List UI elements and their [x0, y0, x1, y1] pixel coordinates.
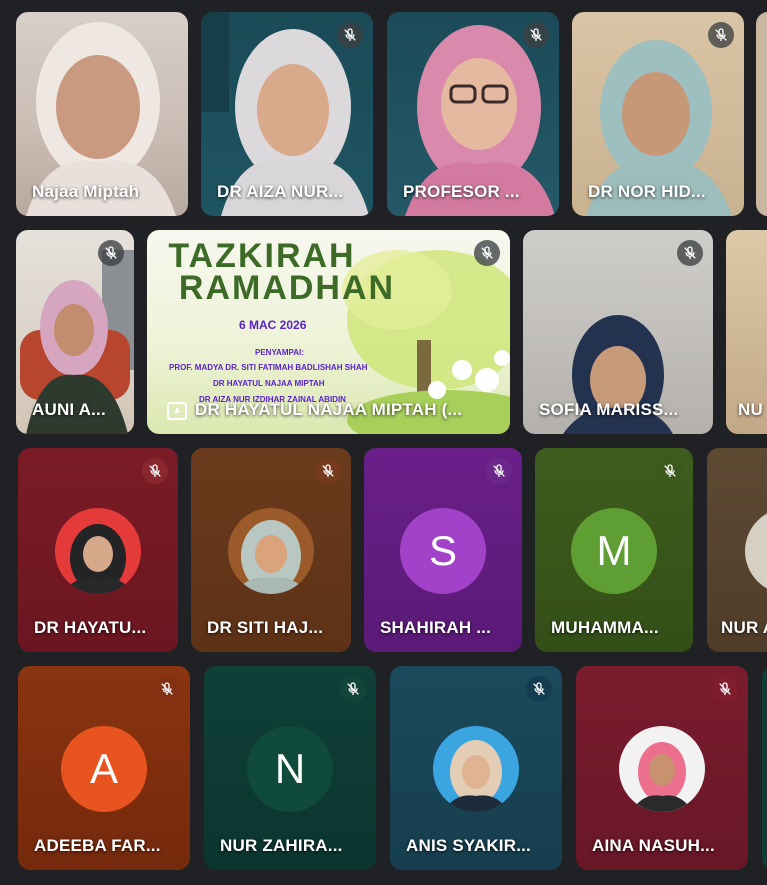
participant-tile-muhamma[interactable]: M MUHAMMA... — [535, 448, 693, 652]
participant-name: DR HAYATU... — [34, 618, 147, 637]
presenter-name: DR HAYATUL NAJAA MIPTAH (... — [195, 400, 463, 419]
presentation-tile[interactable]: TAZKIRAH RAMADHAN 6 MAC 2026 PENYAMPAI: … — [147, 230, 510, 434]
participant-name: SHAHIRAH ... — [380, 618, 492, 637]
participant-name: ADEEBA FAR... — [34, 836, 161, 855]
participant-tile-dr-aiza[interactable]: DR AIZA NUR... — [201, 12, 373, 216]
mic-off-icon — [337, 22, 363, 48]
mic-off-icon — [315, 458, 341, 484]
participant-name: AINA NASUH... — [592, 836, 715, 855]
participant-tile-nur-zahira[interactable]: N NUR ZAHIRA... — [204, 666, 376, 870]
presentation-speaker-1: PROF. MADYA DR. SITI FATIMAH BADLISHAH S… — [169, 363, 368, 372]
mic-off-icon — [340, 676, 366, 702]
mic-off-icon — [98, 240, 124, 266]
participant-name: SOFIA MARISS... — [539, 400, 679, 419]
participant-tile-aina-nasuh[interactable]: AINA NASUH... — [576, 666, 748, 870]
avatar — [55, 508, 141, 594]
participant-tile-shahirah[interactable]: S SHAHIRAH ... — [364, 448, 522, 652]
meeting-participant-grid: Najaa Miptah DR AIZA NUR... PROFESOR ... — [0, 0, 767, 885]
participant-name: Najaa Miptah — [32, 182, 140, 201]
avatar — [433, 726, 519, 812]
avatar: N — [247, 726, 333, 812]
participant-tile-dr-nor-hid[interactable]: DR NOR HID... — [572, 12, 744, 216]
participant-tile-partial-row2[interactable]: NU — [726, 230, 767, 434]
participant-name: PROFESOR ... — [403, 182, 520, 201]
avatar: A — [61, 726, 147, 812]
present-screen-icon — [167, 402, 187, 420]
participant-tile-profesor[interactable]: PROFESOR ... — [387, 12, 559, 216]
mic-off-icon — [526, 676, 552, 702]
avatar — [619, 726, 705, 812]
participant-name: AUNI A... — [32, 400, 106, 419]
participant-name: ANIS SYAKIR... — [406, 836, 531, 855]
mic-off-icon — [712, 676, 738, 702]
avatar: M — [571, 508, 657, 594]
participant-tile-partial-row4[interactable] — [762, 666, 767, 870]
participant-name: NU — [738, 400, 763, 419]
participant-tile-partial-row1[interactable] — [756, 12, 767, 216]
mic-off-icon — [677, 240, 703, 266]
mic-off-icon — [657, 458, 683, 484]
participant-tile-auni[interactable]: AUNI A... — [16, 230, 134, 434]
avatar — [228, 508, 314, 594]
participant-tile-dr-siti-haj[interactable]: DR SITI HAJ... — [191, 448, 351, 652]
avatar: S — [400, 508, 486, 594]
participant-name: NUR ZAHIRA... — [220, 836, 343, 855]
avatar — [745, 508, 767, 594]
participant-tile-sofia[interactable]: SOFIA MARISS... — [523, 230, 713, 434]
presentation-date: 6 MAC 2026 — [239, 318, 307, 332]
mic-off-icon — [154, 676, 180, 702]
participant-name: NUR A — [721, 618, 767, 637]
presentation-title-line2: RAMADHAN — [178, 269, 396, 307]
mic-off-icon — [523, 22, 549, 48]
participant-tile-adeeba[interactable]: A ADEEBA FAR... — [18, 666, 190, 870]
participant-name: DR AIZA NUR... — [217, 182, 344, 201]
presentation-speaker-2: DR HAYATUL NAJAA MIPTAH — [213, 379, 325, 388]
participant-tile-dr-hayatu[interactable]: DR HAYATU... — [18, 448, 178, 652]
mic-off-icon — [474, 240, 500, 266]
participant-name: DR SITI HAJ... — [207, 618, 324, 637]
participant-tile-najaa-miptah[interactable]: Najaa Miptah — [16, 12, 188, 216]
participant-name: MUHAMMA... — [551, 618, 659, 637]
presentation-speakers-label: PENYAMPAI: — [255, 348, 304, 357]
participant-tile-anis-syakir[interactable]: ANIS SYAKIR... — [390, 666, 562, 870]
participant-tile-partial-row3[interactable]: NUR A — [707, 448, 767, 652]
participant-name: DR NOR HID... — [588, 182, 706, 201]
mic-off-icon — [708, 22, 734, 48]
mic-off-icon — [486, 458, 512, 484]
mic-off-icon — [142, 458, 168, 484]
